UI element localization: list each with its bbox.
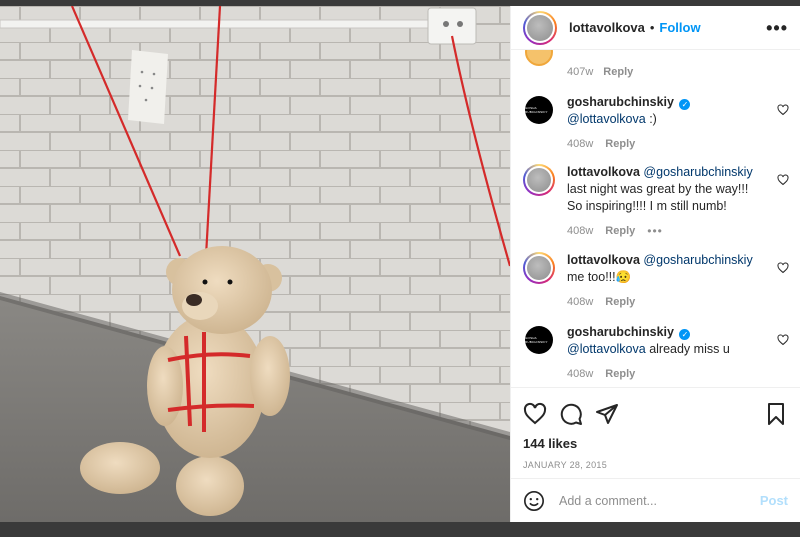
comment-text: gosharubchinskiy ✓ @lottavolkova :): [567, 94, 767, 128]
smiley-icon[interactable]: [523, 490, 545, 512]
comment-like-heart-icon[interactable]: [777, 334, 789, 346]
comment-time: 408w: [567, 368, 594, 380]
reply-button[interactable]: Reply: [605, 366, 635, 383]
partial-comment-meta: 407w Reply: [567, 66, 633, 78]
comment-item: GOSHA RUBCHINSKIY gosharubchinskiy ✓ @lo…: [523, 324, 789, 383]
comment-text: lottavolkova @gosharubchinskiy last nigh…: [567, 164, 767, 215]
reply-button[interactable]: Reply: [605, 223, 635, 240]
comment-like-heart-icon[interactable]: [777, 262, 789, 274]
comment-mention[interactable]: @lottavolkova: [567, 342, 646, 356]
commenter-avatar[interactable]: [523, 164, 555, 196]
comment-body: already miss u: [649, 342, 730, 356]
likes-count[interactable]: 144 likes: [523, 436, 788, 451]
add-comment-bar: Post: [511, 478, 800, 522]
comment-time: 407w: [567, 66, 594, 78]
comment-body: me too!!!😥: [567, 270, 632, 284]
comment-text: lottavolkova @gosharubchinskiy me too!!!…: [567, 252, 767, 286]
commenter-username[interactable]: gosharubchinskiy: [567, 325, 674, 339]
comment-icon[interactable]: [559, 402, 583, 426]
comment-options-icon[interactable]: •••: [647, 223, 663, 240]
comment-item: lottavolkova @gosharubchinskiy last nigh…: [523, 164, 789, 240]
commenter-username[interactable]: lottavolkova: [567, 253, 640, 267]
commenter-avatar[interactable]: [523, 252, 555, 284]
header-separator: •: [649, 20, 655, 35]
author-avatar[interactable]: [523, 10, 557, 45]
comment-item: lottavolkova @gosharubchinskiy me too!!!…: [523, 252, 789, 311]
comment-text: gosharubchinskiy ✓ @lottavolkova already…: [567, 324, 767, 358]
comments-list[interactable]: 407w Reply GOSHA RUBCHINSKIY gosharubchi…: [511, 50, 800, 387]
verified-badge-icon: ✓: [679, 99, 691, 110]
heart-icon[interactable]: [523, 402, 547, 426]
comment-mention[interactable]: @gosharubchinskiy: [643, 253, 752, 267]
comment-time: 408w: [567, 138, 594, 150]
comment-time: 408w: [567, 296, 594, 308]
reply-button[interactable]: Reply: [603, 66, 633, 78]
action-bar: [523, 396, 788, 432]
author-username[interactable]: lottavolkova: [569, 20, 645, 35]
post-actions: 144 likes JANUARY 28, 2015 Post: [511, 387, 800, 522]
comment-body: last night was great by the way!!! So in…: [567, 182, 749, 213]
more-options-icon[interactable]: •••: [766, 19, 788, 37]
instagram-post: lottavolkova • Follow ••• 407w Reply GOS…: [0, 6, 800, 522]
comment-item: GOSHA RUBCHINSKIY gosharubchinskiy ✓ @lo…: [523, 94, 789, 153]
comment-body: :): [649, 112, 657, 126]
commenter-username[interactable]: gosharubchinskiy: [567, 95, 674, 109]
post-photo[interactable]: [0, 6, 510, 522]
verified-badge-icon: ✓: [679, 329, 691, 340]
post-comment-button[interactable]: Post: [760, 493, 788, 508]
comment-like-heart-icon[interactable]: [777, 174, 789, 186]
comment-time: 408w: [567, 225, 594, 237]
post-header: lottavolkova • Follow •••: [511, 6, 800, 50]
partial-comment-avatar[interactable]: [525, 50, 553, 66]
commenter-username[interactable]: lottavolkova: [567, 165, 640, 179]
comment-input[interactable]: [559, 493, 749, 508]
comment-mention[interactable]: @gosharubchinskiy: [643, 165, 752, 179]
reply-button[interactable]: Reply: [605, 136, 635, 153]
paper-plane-icon[interactable]: [595, 402, 619, 426]
follow-button[interactable]: Follow: [659, 20, 700, 35]
commenter-avatar[interactable]: GOSHA RUBCHINSKIY: [523, 94, 555, 126]
commenter-avatar[interactable]: GOSHA RUBCHINSKIY: [523, 324, 555, 356]
comment-mention[interactable]: @lottavolkova: [567, 112, 646, 126]
bookmark-icon[interactable]: [764, 402, 788, 426]
teddy-bear-photo: [0, 6, 510, 522]
comment-like-heart-icon[interactable]: [777, 104, 789, 116]
post-side-panel: lottavolkova • Follow ••• 407w Reply GOS…: [510, 6, 800, 522]
reply-button[interactable]: Reply: [605, 294, 635, 311]
post-date: JANUARY 28, 2015: [523, 460, 608, 470]
